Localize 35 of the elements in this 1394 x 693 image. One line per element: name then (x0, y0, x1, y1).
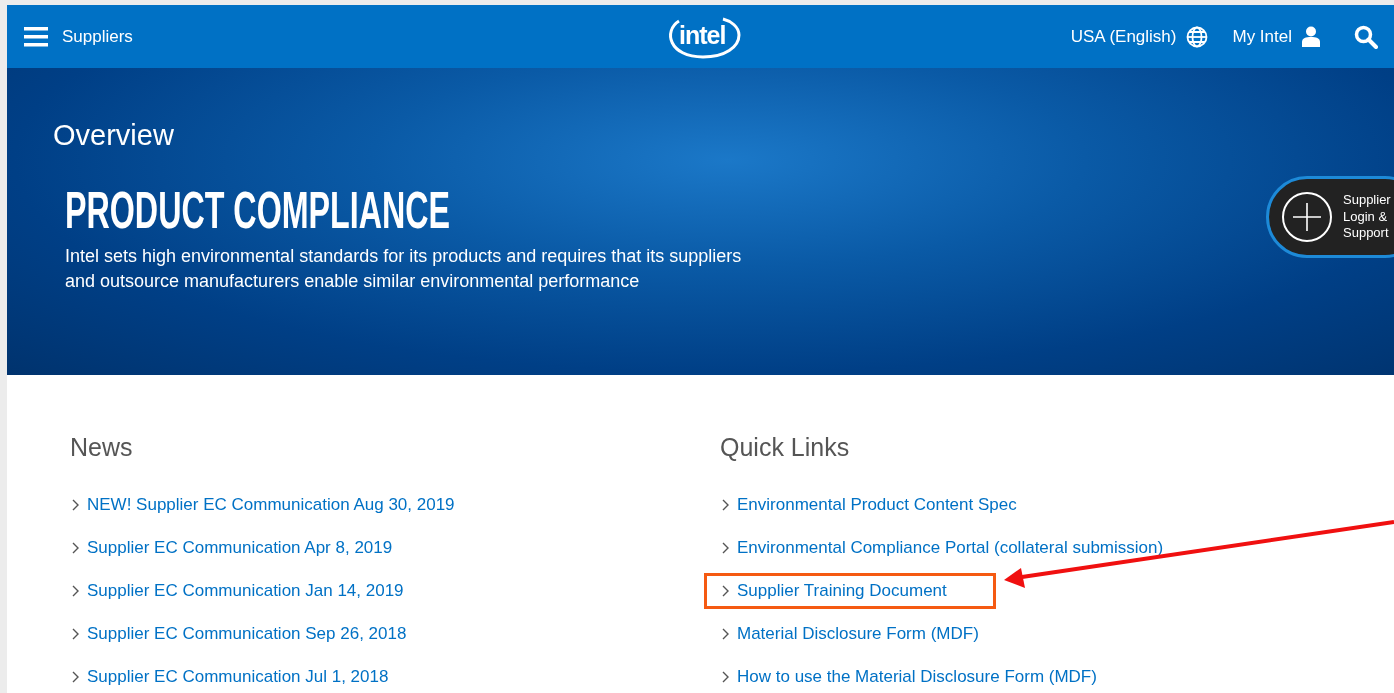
support-button[interactable]: Supplier Login & Support (1266, 176, 1394, 258)
link[interactable]: Material Disclosure Form (MDF) (737, 624, 979, 644)
link[interactable]: Supplier EC Communication Jul 1, 2018 (87, 667, 389, 687)
link[interactable]: Supplier EC Communication Sep 26, 2018 (87, 624, 407, 644)
chevron-icon (722, 542, 729, 554)
chevron-icon (722, 671, 729, 683)
chevron-icon (72, 542, 79, 554)
globe-icon[interactable] (1186, 25, 1209, 48)
link[interactable]: Environmental Compliance Portal (collateral submission) (737, 538, 1164, 558)
link[interactable]: Supplier EC Communication Jan 14, 2019 (87, 581, 404, 601)
chevron-icon (72, 585, 79, 597)
link[interactable]: NEW! Supplier EC Communication Aug 30, 2019 (87, 495, 455, 515)
user-icon[interactable] (1302, 26, 1320, 47)
link[interactable]: Supplier Training Document (737, 581, 947, 601)
section-heading: Quick Links (720, 432, 851, 463)
chevron-icon (722, 628, 729, 640)
link[interactable]: How to use the Material Disclosure Form (MDF) (737, 667, 1097, 687)
section-heading: News (70, 432, 134, 463)
region-link[interactable]: USA (English) (1070, 26, 1177, 47)
search-icon[interactable] (1354, 24, 1378, 49)
hero-title: PRODUCT COMPLIANCE (65, 182, 451, 238)
hero-eyebrow: Overview (53, 118, 175, 152)
chevron-icon (722, 585, 729, 597)
intel-logo[interactable]: intel (667, 13, 743, 61)
link[interactable]: Environmental Product Content Spec (737, 495, 1017, 515)
menu-icon[interactable] (24, 26, 48, 47)
account-link[interactable]: My Intel (1232, 26, 1292, 47)
chevron-icon (72, 671, 79, 683)
plus-icon (1281, 191, 1333, 243)
chevron-icon (72, 628, 79, 640)
hero-description: Intel sets high environmental standards for its products and requires that its suppliers and outsource manufacturers enable similar environmental performance (65, 245, 743, 293)
chevron-icon (72, 499, 79, 511)
link[interactable]: Supplier EC Communication Apr 8, 2019 (87, 538, 393, 558)
chevron-icon (722, 499, 729, 511)
suppliers-link[interactable]: Suppliers (62, 26, 133, 47)
